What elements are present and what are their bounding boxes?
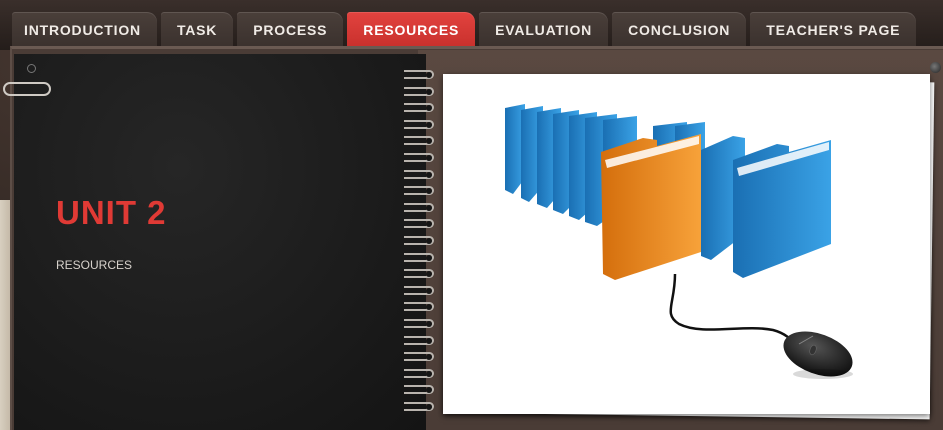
spiral-ring-icon [404, 269, 434, 279]
spiral-ring-icon [404, 335, 434, 345]
spiral-ring-icon [404, 202, 434, 212]
spiral-ring-icon [404, 169, 434, 179]
folder-icon [701, 136, 831, 278]
paper-clip-icon [3, 82, 51, 96]
computer-mouse-icon [783, 331, 853, 379]
folder-icon [601, 134, 701, 280]
spiral-ring-icon [404, 186, 434, 196]
spiral-ring-icon [404, 302, 434, 312]
spiral-ring-icon [404, 119, 434, 129]
spiral-ring-icon [404, 385, 434, 395]
spiral-ring-icon [404, 136, 434, 146]
mouse-cable [669, 273, 800, 349]
spiral-ring-icon [404, 70, 434, 79]
tab-teachers-page[interactable]: TEACHER'S PAGE [750, 12, 917, 48]
spiral-ring-icon [404, 402, 434, 411]
tab-task[interactable]: TASK [160, 12, 234, 48]
spiral-ring-icon [404, 103, 434, 113]
spiral-binding [404, 70, 438, 420]
spiral-ring-icon [404, 219, 434, 229]
folders-mouse-photo [443, 74, 930, 414]
tab-process[interactable]: PROCESS [237, 12, 344, 48]
spiral-ring-icon [404, 352, 434, 362]
nav-tabs: INTRODUCTION TASK PROCESS RESOURCES EVAL… [12, 12, 920, 48]
spiral-ring-icon [404, 285, 434, 295]
spiral-ring-icon [404, 236, 434, 245]
nav-bar: INTRODUCTION TASK PROCESS RESOURCES EVAL… [0, 0, 943, 50]
tab-conclusion[interactable]: CONCLUSION [612, 12, 747, 48]
spiral-ring-icon [404, 368, 434, 378]
pin-icon [930, 62, 941, 73]
pin-icon [27, 64, 36, 73]
spiral-ring-icon [404, 153, 434, 162]
tab-evaluation[interactable]: EVALUATION [479, 12, 609, 48]
page-title: UNIT 2 [56, 194, 167, 231]
tab-introduction[interactable]: INTRODUCTION [12, 12, 157, 48]
folders-illustration [505, 104, 853, 379]
tab-resources[interactable]: RESOURCES [347, 12, 476, 48]
chalkboard [14, 54, 426, 430]
spiral-ring-icon [404, 319, 434, 328]
spiral-ring-icon [404, 86, 434, 96]
spiral-ring-icon [404, 252, 434, 262]
page-subtitle: RESOURCES [56, 258, 133, 272]
page: INTRODUCTION TASK PROCESS RESOURCES EVAL… [0, 0, 943, 430]
